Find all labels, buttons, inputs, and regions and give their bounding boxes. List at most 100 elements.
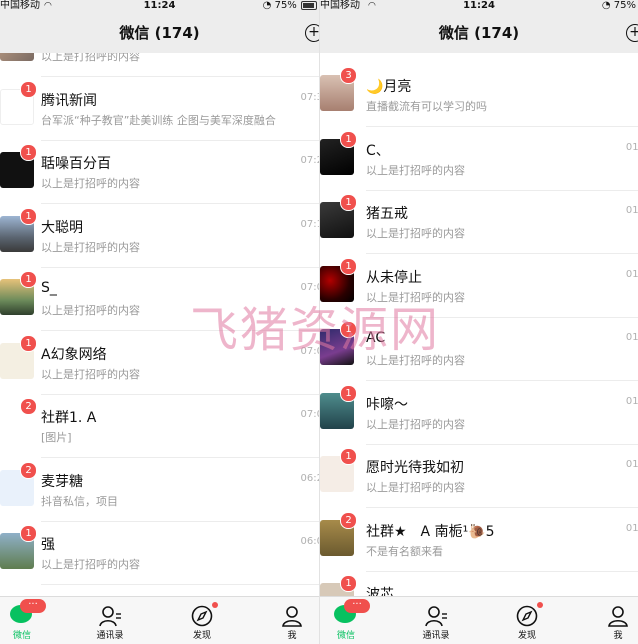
chat-name: S_ <box>41 280 57 296</box>
chat-preview: 以上是打招呼的内容 <box>366 163 465 177</box>
chat-row[interactable]: 1 从未停止以上是打招呼的内容 01: <box>320 254 638 318</box>
chat-time: 01: <box>625 205 638 216</box>
chat-time: 07:3 <box>300 91 319 103</box>
tab-me[interactable]: 我 <box>262 597 319 644</box>
unread-badge: 1 <box>20 80 37 98</box>
chat-row[interactable]: 1 咔嚓～ 以上是打招呼的内容 01: <box>320 381 638 445</box>
chat-time: 01: <box>625 459 638 470</box>
unread-badge: 1 <box>340 194 357 211</box>
contacts-icon <box>99 606 121 627</box>
tab-contacts[interactable]: 通讯录 <box>80 597 140 644</box>
chat-preview: 台军派“种子教官”赴美训练 企图与美军深度融合 <box>41 113 276 127</box>
chat-preview: 以上是打招呼的内容 <box>366 354 465 367</box>
battery-percent: 75% <box>613 0 636 11</box>
chat-time: 01: <box>625 332 638 343</box>
tab-me-label: 我 <box>287 631 297 641</box>
tab-chats-label: 微信 <box>336 631 355 641</box>
compass-icon <box>516 605 538 627</box>
chat-preview: 抖音私信，项目 <box>41 494 118 508</box>
chat-row[interactable]: 2社群1. A [图片] 07:0 <box>0 394 319 458</box>
right-screenshot: 中国移动 ◠ 11:24 ◔ 75% 微信 (174) + 3 🌙月亮直播截流有可… <box>319 0 638 644</box>
unread-badge: 2 <box>20 461 37 479</box>
add-button[interactable]: + <box>626 24 638 42</box>
avatar <box>0 53 34 61</box>
chat-name: 社群★ A 南栀¹🐌5 <box>366 523 495 540</box>
discover-dot-badge <box>212 602 218 608</box>
chat-row[interactable]: 2 社群★ A 南栀¹🐌5 不是有名额来看 01: <box>320 508 638 572</box>
chat-name: AC <box>366 330 386 346</box>
chat-row[interactable]: 1A幻象网络以上是打招呼的内容 07:0 <box>0 331 319 395</box>
left-screenshot: 中国移动 ◠ 11:24 ◔ 75% 微信 (174) + 以上是打招呼的内容 1… <box>0 0 319 644</box>
battery-indicator: ◔ 75% <box>263 0 317 12</box>
chat-row[interactable]: 1 AC 以上是打招呼的内容 01: <box>320 317 638 381</box>
tab-discover[interactable]: 发现 <box>497 597 557 644</box>
chat-row[interactable]: 2麦芽糖抖音私信，项目 06:2 <box>0 458 319 522</box>
chat-preview: 以上是打招呼的内容 <box>41 304 140 317</box>
tab-chats[interactable]: ··· 微信 <box>320 597 376 644</box>
chat-row[interactable]: 1 C、以上是打招呼的内容 01: <box>320 127 638 191</box>
page-title: 微信 (174) <box>438 24 520 42</box>
chat-time: 07:0 <box>300 345 319 357</box>
battery-percent: 75% <box>274 0 297 11</box>
tab-chats-badge: ··· <box>20 599 46 613</box>
chat-preview: 不是有名额来看 <box>366 544 443 558</box>
chat-preview: [图片] <box>41 431 72 444</box>
unread-badge: 1 <box>20 144 37 161</box>
page-title: 微信 (174) <box>119 24 200 42</box>
chat-row[interactable]: 1聒噪百分百以上是打招呼的内容 07:2 <box>0 140 319 204</box>
chat-row[interactable]: 1强以上是打招呼的内容 06:0 <box>0 521 319 585</box>
chat-name: C、 <box>366 142 390 159</box>
chat-name: 🌙月亮 <box>366 79 412 95</box>
battery-indicator: ◔ 75% <box>602 0 636 12</box>
person-icon <box>282 606 302 627</box>
chat-name: 聒噪百分百 <box>41 156 111 172</box>
chat-time: 06:0 <box>300 536 319 547</box>
nav-bar: 微信 (174) + <box>320 13 638 53</box>
unread-badge: 1 <box>20 207 37 225</box>
chat-name: 社群1. A <box>41 410 97 426</box>
unread-badge: 1 <box>20 334 37 352</box>
tab-me[interactable]: 我 <box>588 597 638 644</box>
chat-row[interactable]: 1S_ 以上是打招呼的内容 07:0 <box>0 267 319 331</box>
nav-bar: 微信 (174) + <box>0 13 319 53</box>
tab-me-label: 我 <box>613 631 623 641</box>
contacts-icon <box>425 606 447 627</box>
chat-row[interactable]: 1 猪五戒以上是打招呼的内容 01: <box>320 190 638 254</box>
chat-time: 07:2 <box>300 155 319 166</box>
chat-row[interactable]: 1大聪明以上是打招呼的内容 07:1 <box>0 204 319 268</box>
chat-time: 06:2 <box>300 472 319 484</box>
chat-list[interactable]: 3🌙月亮直播截流有可以学习的吗1C、以上是打招呼的内容01:1猪五戒以上是打招呼… <box>320 53 638 597</box>
chat-name: 强 <box>41 537 55 553</box>
chat-row[interactable]: 1 愿时光待我如初以上是打招呼的内容 01: <box>320 444 638 508</box>
chat-row[interactable]: 以上是打招呼的内容 <box>0 53 319 77</box>
tab-discover[interactable]: 发现 <box>172 597 232 644</box>
add-button[interactable]: + <box>305 24 319 42</box>
rotation-lock-icon: ◔ <box>262 0 272 11</box>
tab-discover-label: 发现 <box>517 631 536 641</box>
unread-badge: 1 <box>20 271 37 288</box>
row-divider <box>41 584 319 585</box>
chat-row[interactable]: 1腾讯新闻台军派“种子教官”赴美训练 企图与美军深度融合 07:3 <box>0 77 319 141</box>
tab-chats-badge: ··· <box>344 599 370 613</box>
tab-chats[interactable]: ··· 微信 <box>0 597 52 644</box>
chat-preview: 以上是打招呼的内容 <box>366 481 465 494</box>
unread-badge: 1 <box>340 130 357 148</box>
chat-name: 从未停止 <box>366 269 422 286</box>
chat-preview: 以上是打招呼的内容 <box>41 53 140 63</box>
tab-contacts[interactable]: 通讯录 <box>406 597 466 644</box>
chat-list[interactable]: 以上是打招呼的内容 1 腾讯新闻 台军派“种子教官”赴美训练 企图与美军深度融合 07:… <box>0 53 319 597</box>
tab-bar: ··· 微信 通讯录 发现 我 <box>0 596 319 644</box>
tab-discover-label: 发现 <box>192 631 211 641</box>
tab-chats-label: 微信 <box>12 631 31 641</box>
unread-badge: 2 <box>340 511 357 529</box>
chat-preview: 直播截流有可以学习的吗 <box>366 100 487 113</box>
unread-badge: 2 <box>20 398 37 415</box>
chat-row[interactable]: 1 波芯 <box>320 571 638 597</box>
chat-preview: 以上是打招呼的内容 <box>366 227 465 240</box>
status-bar: 中国移动 ◠ 11:24 ◔ 75% <box>320 0 638 13</box>
chat-name: 大聪明 <box>41 219 83 236</box>
chat-time: 01: <box>625 522 638 534</box>
chat-row[interactable]: 3 🌙月亮 直播截流有可以学习的吗 <box>320 63 638 127</box>
status-time: 11:24 <box>463 0 495 11</box>
tab-bar: ··· 微信 通讯录 发现 我 <box>320 596 638 644</box>
